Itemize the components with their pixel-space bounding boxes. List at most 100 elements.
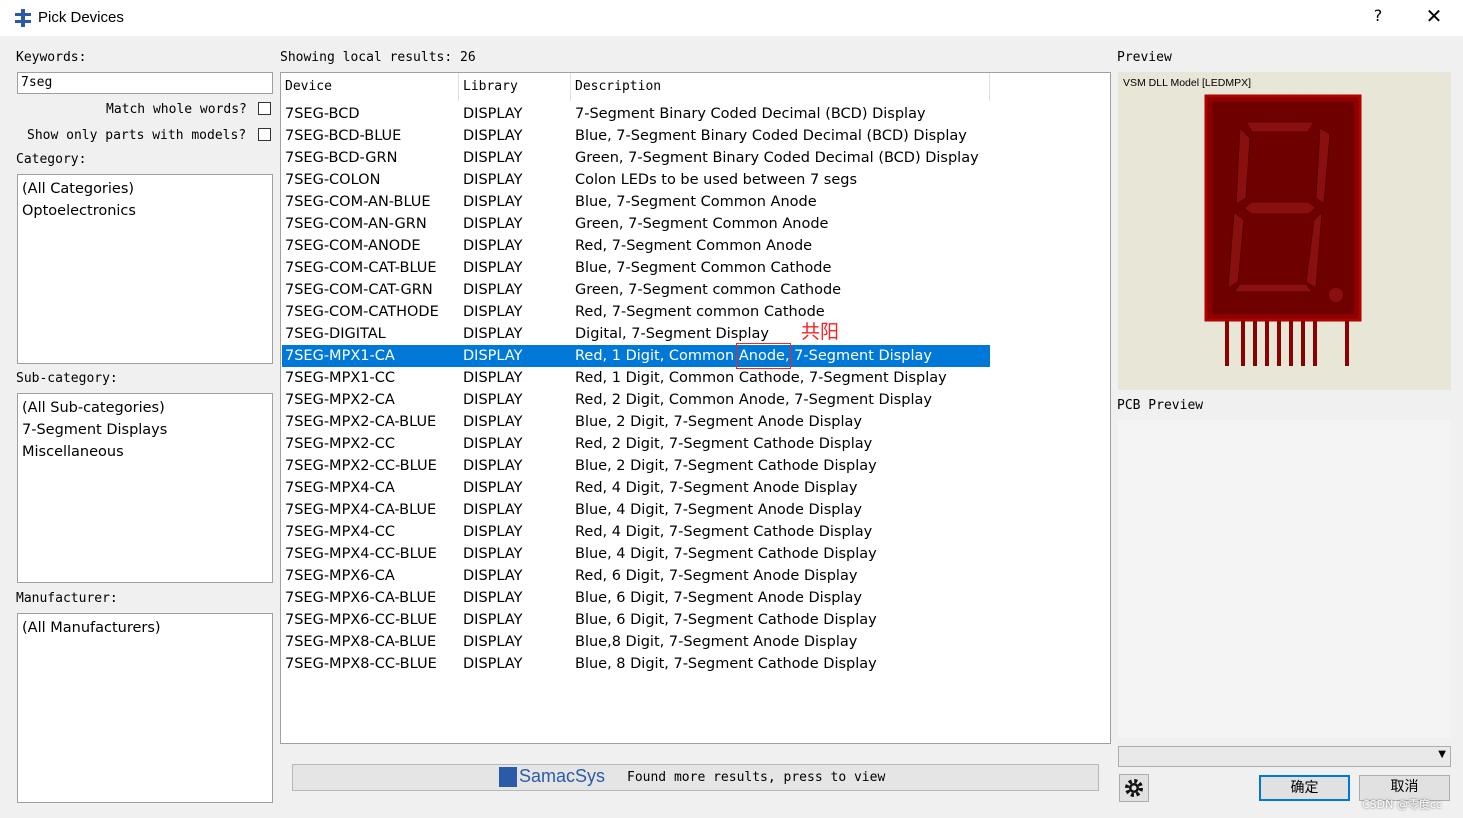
table-row[interactable]: 7SEG-MPX4-CA-BLUE DISPLAY Blue, 4 Digit, 7… xyxy=(282,499,990,521)
library-cell: DISPLAY xyxy=(463,348,523,364)
table-row[interactable]: 7SEG-MPX2-CC DISPLAY Red, 2 Digit, 7-Segme… xyxy=(282,433,990,455)
keywords-value: 7seg xyxy=(21,75,53,90)
device-cell: 7SEG-MPX1-CC xyxy=(285,370,395,386)
table-row[interactable]: 7SEG-BCD DISPLAY 7-Segment Binary Coded De… xyxy=(282,103,990,125)
table-row[interactable]: 7SEG-COM-AN-BLUE DISPLAY Blue, 7-Segment C… xyxy=(282,191,990,213)
subcategory-item[interactable]: (All Sub-categories) xyxy=(22,397,272,419)
description-cell: Red, 1 Digit, Common Cathode, 7-Segment … xyxy=(575,370,947,386)
device-cell: 7SEG-COM-CAT-BLUE xyxy=(285,260,437,276)
description-cell: Digital, 7-Segment Display xyxy=(575,326,770,342)
device-cell: 7SEG-MPX2-CC-BLUE xyxy=(285,458,437,474)
description-cell: Blue, 7-Segment Common Anode xyxy=(575,194,817,210)
table-row[interactable]: 7SEG-MPX1-CC DISPLAY Red, 1 Digit, Common … xyxy=(282,367,990,389)
category-item[interactable]: Optoelectronics xyxy=(22,200,272,222)
library-cell: DISPLAY xyxy=(463,128,523,144)
description-cell: Blue,8 Digit, 7-Segment Anode Display xyxy=(575,634,858,650)
library-cell: DISPLAY xyxy=(463,612,523,628)
footprint-select[interactable]: ▼ xyxy=(1118,746,1451,767)
column-library[interactable]: Library xyxy=(459,73,571,101)
table-row[interactable]: 7SEG-MPX2-CC-BLUE DISPLAY Blue, 2 Digit, 7… xyxy=(282,455,990,477)
table-row[interactable]: 7SEG-MPX4-CC-BLUE DISPLAY Blue, 4 Digit, 7… xyxy=(282,543,990,565)
table-row[interactable]: 7SEG-MPX8-CC-BLUE DISPLAY Blue, 8 Digit, 7… xyxy=(282,653,990,675)
device-cell: 7SEG-MPX4-CC xyxy=(285,524,395,540)
manufacturer-label: Manufacturer: xyxy=(16,591,118,606)
description-cell: Blue, 4 Digit, 7-Segment Cathode Display xyxy=(575,546,877,562)
description-cell: Colon LEDs to be used between 7 segs xyxy=(575,172,858,188)
device-cell: 7SEG-MPX6-CC-BLUE xyxy=(285,612,437,628)
description-cell: 7-Segment Binary Coded Decimal (BCD) Dis… xyxy=(575,106,926,122)
table-row[interactable]: 7SEG-COM-CATHODE DISPLAY Red, 7-Segment co… xyxy=(282,301,990,323)
samacsys-logo: SamacSys xyxy=(519,766,606,786)
subcategory-list[interactable]: (All Sub-categories) 7-Segment Displays … xyxy=(17,393,273,583)
subcategory-item[interactable]: Miscellaneous xyxy=(22,441,272,463)
description-cell: Blue, 7-Segment Common Cathode xyxy=(575,260,832,276)
close-button[interactable]: ✕ xyxy=(1422,4,1446,30)
manufacturer-item[interactable]: (All Manufacturers) xyxy=(22,617,272,639)
table-row[interactable]: 7SEG-COLON DISPLAY Colon LEDs to be used b… xyxy=(282,169,990,191)
table-row[interactable]: 7SEG-MPX8-CA-BLUE DISPLAY Blue,8 Digit, 7-… xyxy=(282,631,990,653)
library-cell: DISPLAY xyxy=(463,546,523,562)
table-row[interactable]: 7SEG-DIGITAL DISPLAY Digital, 7-Segment Di… xyxy=(282,323,990,345)
library-cell: DISPLAY xyxy=(463,392,523,408)
description-cell: Red, 4 Digit, 7-Segment Cathode Display xyxy=(575,524,873,540)
table-row[interactable]: 7SEG-MPX6-CA DISPLAY Red, 6 Digit, 7-Segme… xyxy=(282,565,990,587)
device-cell: 7SEG-COM-AN-BLUE xyxy=(285,194,431,210)
device-cell: 7SEG-MPX8-CC-BLUE xyxy=(285,656,437,672)
match-whole-words-checkbox[interactable] xyxy=(258,102,271,115)
table-row[interactable]: 7SEG-MPX6-CA-BLUE DISPLAY Blue, 6 Digit, 7… xyxy=(282,587,990,609)
device-cell: 7SEG-MPX2-CC xyxy=(285,436,395,452)
chevron-down-icon: ▼ xyxy=(1438,749,1446,760)
help-button[interactable]: ? xyxy=(1368,6,1388,28)
library-cell: DISPLAY xyxy=(463,458,523,474)
column-header: Device Library Description xyxy=(281,73,990,101)
found-more-bar[interactable]: SamacSys Found more results, press to vi… xyxy=(292,764,1099,791)
device-cell: 7SEG-MPX6-CA-BLUE xyxy=(285,590,437,606)
category-item[interactable]: (All Categories) xyxy=(22,178,272,200)
subcategory-label: Sub-category: xyxy=(16,371,118,386)
description-cell: Blue, 4 Digit, 7-Segment Anode Display xyxy=(575,502,862,518)
table-row[interactable]: 7SEG-MPX1-CA DISPLAY Red, 1 Digit, Common … xyxy=(282,345,990,367)
library-cell: DISPLAY xyxy=(463,326,523,342)
library-cell: DISPLAY xyxy=(463,238,523,254)
column-description[interactable]: Description xyxy=(571,73,990,101)
description-cell: Green, 7-Segment common Cathode xyxy=(575,282,842,298)
settings-button[interactable] xyxy=(1119,774,1149,802)
device-cell: 7SEG-MPX2-CA xyxy=(285,392,395,408)
ok-button[interactable]: 确定 xyxy=(1259,775,1350,801)
description-cell: Red, 7-Segment common Cathode xyxy=(575,304,825,320)
subcategory-item[interactable]: 7-Segment Displays xyxy=(22,419,272,441)
library-cell: DISPLAY xyxy=(463,260,523,276)
table-row[interactable]: 7SEG-COM-AN-GRN DISPLAY Green, 7-Segment C… xyxy=(282,213,990,235)
table-row[interactable]: 7SEG-MPX2-CA-BLUE DISPLAY Blue, 2 Digit, 7… xyxy=(282,411,990,433)
category-list[interactable]: (All Categories) Optoelectronics xyxy=(17,174,273,364)
column-device[interactable]: Device xyxy=(281,73,459,101)
library-cell: DISPLAY xyxy=(463,304,523,320)
window-title: Pick Devices xyxy=(38,9,124,26)
table-row[interactable]: 7SEG-BCD-BLUE DISPLAY Blue, 7-Segment Bina… xyxy=(282,125,990,147)
results-list[interactable]: Device Library Description 7SEG-BCD DISPL… xyxy=(280,72,1111,744)
table-row[interactable]: 7SEG-COM-CAT-GRN DISPLAY Green, 7-Segment … xyxy=(282,279,990,301)
gear-icon xyxy=(1125,779,1143,797)
manufacturer-list[interactable]: (All Manufacturers) xyxy=(17,613,273,803)
device-cell: 7SEG-MPX4-CA-BLUE xyxy=(285,502,437,518)
table-row[interactable]: 7SEG-MPX4-CA DISPLAY Red, 4 Digit, 7-Segme… xyxy=(282,477,990,499)
table-row[interactable]: 7SEG-COM-CAT-BLUE DISPLAY Blue, 7-Segment … xyxy=(282,257,990,279)
pcb-preview-panel xyxy=(1118,420,1451,738)
table-row[interactable]: 7SEG-MPX4-CC DISPLAY Red, 4 Digit, 7-Segme… xyxy=(282,521,990,543)
table-row[interactable]: 7SEG-MPX2-CA DISPLAY Red, 2 Digit, Common … xyxy=(282,389,990,411)
results-summary: Showing local results: 26 xyxy=(280,50,476,65)
device-cell: 7SEG-MPX4-CC-BLUE xyxy=(285,546,437,562)
device-cell: 7SEG-COM-ANODE xyxy=(285,238,421,254)
library-cell: DISPLAY xyxy=(463,480,523,496)
device-cell: 7SEG-COLON xyxy=(285,172,381,188)
table-row[interactable]: 7SEG-BCD-GRN DISPLAY Green, 7-Segment Bina… xyxy=(282,147,990,169)
library-cell: DISPLAY xyxy=(463,524,523,540)
category-label: Category: xyxy=(16,152,87,167)
keywords-input[interactable]: 7seg xyxy=(17,72,273,94)
show-only-models-checkbox[interactable] xyxy=(258,128,271,141)
table-row[interactable]: 7SEG-MPX6-CC-BLUE DISPLAY Blue, 6 Digit, 7… xyxy=(282,609,990,631)
table-row[interactable]: 7SEG-COM-ANODE DISPLAY Red, 7-Segment Comm… xyxy=(282,235,990,257)
keywords-label: Keywords: xyxy=(16,50,87,65)
library-cell: DISPLAY xyxy=(463,414,523,430)
device-cell: 7SEG-BCD-BLUE xyxy=(285,128,402,144)
